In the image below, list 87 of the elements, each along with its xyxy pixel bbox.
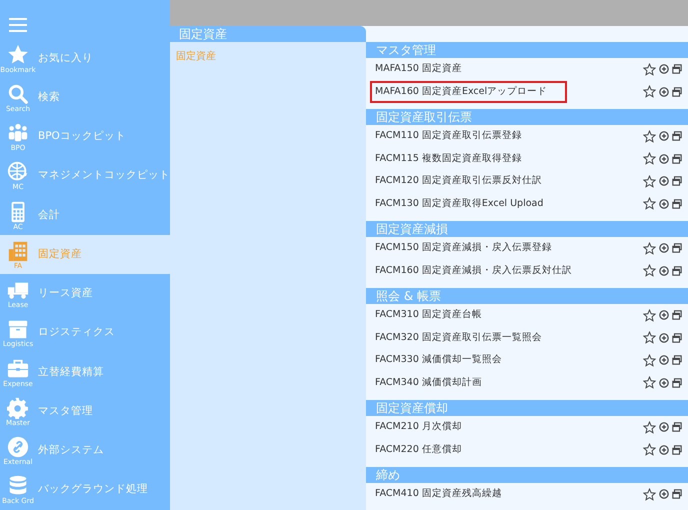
menu-link[interactable]: FACM120 固定資産取引伝票反対仕訳: [370, 170, 547, 192]
star-icon[interactable]: [643, 174, 656, 188]
plus-circle-icon[interactable]: [659, 266, 669, 276]
sidebar-label: マスタ管理: [38, 404, 93, 419]
plus-circle-icon[interactable]: [659, 310, 669, 320]
link-icon: [7, 436, 29, 458]
section-header: 固定資産減損: [366, 221, 688, 237]
star-icon[interactable]: [643, 376, 656, 390]
section-header: 固定資産償却: [366, 400, 688, 416]
menu-link[interactable]: FACM410 固定資産残高繰越: [370, 483, 507, 506]
plus-circle-icon[interactable]: [659, 86, 669, 97]
windows-icon[interactable]: [672, 332, 682, 343]
menu-link[interactable]: FACM320 固定資産取引伝票一覧照会: [370, 326, 547, 349]
section-header: 照会 & 帳票: [366, 288, 688, 304]
sidebar-label: 固定資産: [38, 246, 82, 262]
star-icon[interactable]: [643, 242, 656, 255]
menu-link[interactable]: FACM310 固定資産台帳: [370, 304, 487, 326]
sidebar-label: お気に入り: [38, 50, 93, 66]
windows-icon[interactable]: [672, 444, 682, 455]
people-icon: [7, 122, 29, 144]
windows-icon[interactable]: [672, 64, 682, 74]
sidebar-label: ロジスティクス: [38, 325, 115, 340]
menu-link[interactable]: FACM160 固定資産減損・戻入伝票反対仕訳: [370, 260, 577, 282]
gear-icon: [7, 396, 29, 419]
menu-link[interactable]: FACM340 減価償却計画: [370, 372, 487, 394]
windows-icon[interactable]: [672, 154, 682, 164]
star-icon[interactable]: [643, 308, 656, 322]
star-icon[interactable]: [643, 488, 656, 501]
star-icon[interactable]: [643, 85, 656, 98]
plus-circle-icon[interactable]: [659, 444, 669, 455]
windows-icon[interactable]: [672, 378, 682, 388]
star-icon: [7, 44, 29, 66]
windows-icon[interactable]: [672, 266, 682, 276]
plus-circle-icon[interactable]: [659, 131, 669, 142]
menu-link[interactable]: FACM115 複数固定資産取得登録: [370, 148, 527, 170]
section-header: マスタ管理: [366, 42, 688, 58]
plus-circle-icon[interactable]: [659, 243, 669, 254]
search-icon: [7, 82, 29, 105]
menu-link[interactable]: MAFA160 固定資産Excelアップロード: [370, 80, 568, 103]
star-icon[interactable]: [643, 152, 656, 166]
windows-icon[interactable]: [672, 489, 682, 500]
menu-link[interactable]: FACM110 固定資産取引伝票登録: [370, 125, 527, 148]
menu-link[interactable]: FACM210 月次償却: [370, 416, 467, 438]
sidebar-label: 立替経費精算: [38, 364, 104, 380]
sidebar-label: 外部システム: [38, 443, 104, 458]
building-icon: [7, 240, 29, 262]
windows-icon[interactable]: [672, 422, 682, 432]
menu-link[interactable]: FACM330 減価償却一覧照会: [370, 349, 507, 372]
plus-circle-icon[interactable]: [659, 64, 669, 74]
briefcase-icon: [7, 358, 29, 380]
windows-icon[interactable]: [672, 310, 682, 320]
menu-link[interactable]: FACM220 任意償却: [370, 438, 467, 461]
section-header: 固定資産取引伝票: [366, 109, 688, 125]
star-icon[interactable]: [643, 354, 656, 367]
section-header: 締め: [366, 467, 688, 483]
menu-link[interactable]: FACM130 固定資産取得Excel Upload: [370, 192, 548, 215]
panel-header: 固定資産: [170, 26, 366, 42]
windows-icon[interactable]: [672, 131, 682, 142]
star-icon[interactable]: [643, 130, 656, 143]
sidebar-label: リース資産: [38, 286, 93, 302]
plus-circle-icon[interactable]: [659, 198, 669, 209]
star-icon[interactable]: [643, 197, 656, 210]
windows-icon[interactable]: [672, 86, 682, 97]
plus-circle-icon[interactable]: [659, 422, 669, 432]
star-icon[interactable]: [643, 443, 656, 456]
sidebar-label: マネジメントコックピット: [38, 168, 170, 184]
plus-circle-icon[interactable]: [659, 355, 669, 366]
sidebar-label: 検索: [38, 90, 60, 105]
menu-link[interactable]: MAFA150 固定資産: [370, 58, 467, 80]
windows-icon[interactable]: [672, 355, 682, 366]
windows-icon[interactable]: [672, 176, 682, 186]
box-icon: [7, 318, 29, 340]
plus-circle-icon[interactable]: [659, 378, 669, 388]
star-icon[interactable]: [643, 264, 656, 278]
plus-circle-icon[interactable]: [659, 489, 669, 500]
sidebar-label: バックグラウンド処理: [38, 482, 148, 498]
windows-icon[interactable]: [672, 243, 682, 254]
star-icon[interactable]: [643, 420, 656, 434]
plus-circle-icon[interactable]: [659, 332, 669, 343]
sidebar-label: 会計: [38, 208, 60, 223]
plus-circle-icon[interactable]: [659, 154, 669, 164]
star-icon[interactable]: [643, 331, 656, 344]
windows-icon[interactable]: [672, 198, 682, 209]
sidebar-label: BPOコックピット: [38, 129, 126, 144]
plus-circle-icon[interactable]: [659, 176, 669, 186]
star-icon[interactable]: [643, 62, 656, 76]
menu-link[interactable]: FACM150 固定資産減損・戻入伝票登録: [370, 237, 557, 260]
